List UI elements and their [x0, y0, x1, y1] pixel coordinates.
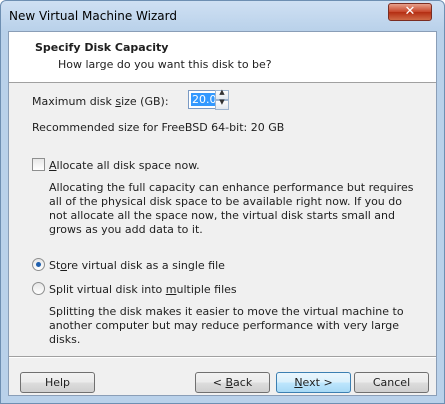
disk-size-value[interactable]: 20.0	[191, 93, 218, 106]
arrow-up-icon: ▲	[219, 88, 225, 96]
single-file-radio[interactable]	[32, 258, 45, 271]
window-title: New Virtual Machine Wizard	[9, 9, 177, 23]
back-button[interactable]: < Back	[195, 372, 270, 393]
multiple-files-radio[interactable]	[32, 282, 45, 295]
close-icon: ✕	[404, 4, 416, 19]
cancel-button[interactable]: Cancel	[354, 372, 429, 393]
help-button[interactable]: Help	[20, 372, 95, 393]
recommended-size-text: Recommended size for FreeBSD 64-bit: 20 …	[32, 121, 285, 134]
multiple-files-label[interactable]: Split virtual disk into multiple files	[49, 283, 237, 296]
disk-size-label: Maximum disk size (GB):	[32, 95, 169, 108]
footer-divider	[9, 356, 436, 358]
allocate-all-label[interactable]: Allocate all disk space now.	[49, 159, 200, 172]
allocate-all-checkbox[interactable]	[32, 158, 45, 171]
single-file-label[interactable]: Store virtual disk as a single file	[49, 259, 225, 272]
disk-size-decrement-button[interactable]: ▼	[215, 98, 229, 110]
wizard-window: New Virtual Machine Wizard ✕ Specify Dis…	[0, 0, 445, 404]
multiple-files-description: Splitting the disk makes it easier to mo…	[49, 305, 404, 346]
radio-selected-dot	[36, 262, 41, 267]
page-subtitle: How large do you want this disk to be?	[58, 58, 272, 71]
allocate-description: Allocating the full capacity can enhance…	[49, 181, 414, 236]
next-button[interactable]: Next >	[276, 372, 351, 393]
arrow-down-icon: ▼	[219, 98, 225, 106]
title-bar[interactable]: New Virtual Machine Wizard ✕	[1, 1, 444, 31]
close-button[interactable]: ✕	[388, 3, 432, 21]
wizard-header: Specify Disk Capacity How large do you w…	[9, 32, 436, 83]
wizard-content: Specify Disk Capacity How large do you w…	[8, 31, 437, 396]
page-title: Specify Disk Capacity	[35, 41, 169, 54]
